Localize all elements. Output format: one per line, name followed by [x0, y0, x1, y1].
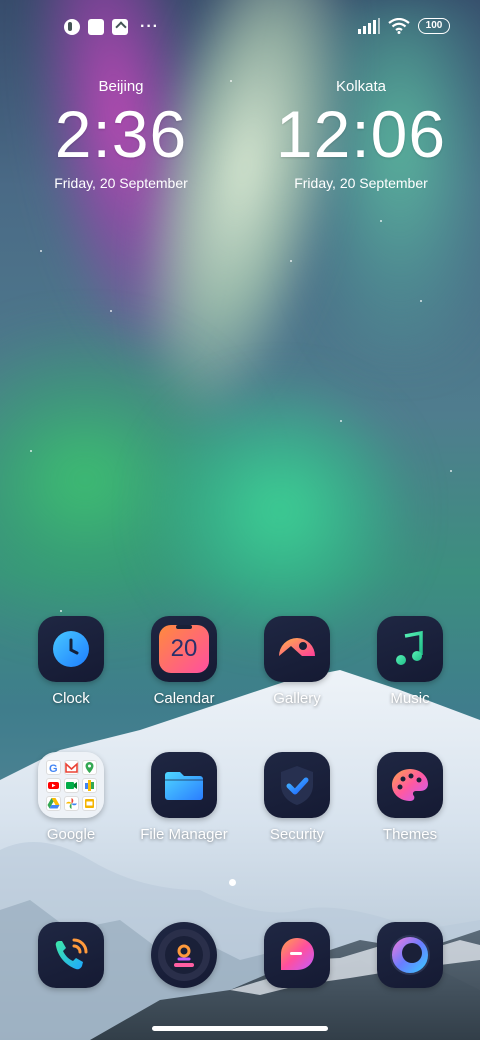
app-music[interactable]: Music	[354, 616, 466, 708]
app-label: File Manager	[140, 826, 228, 843]
phone-icon	[38, 922, 104, 988]
upload-icon	[112, 19, 128, 35]
app-label: Music	[390, 690, 430, 707]
dock-contacts[interactable]	[128, 922, 240, 988]
folder-icon	[151, 752, 217, 818]
photos-mini-icon	[64, 796, 79, 811]
clock-icon	[38, 616, 104, 682]
dock-phone[interactable]	[15, 922, 127, 988]
clock-city: Beijing	[98, 78, 144, 95]
clock-date: Friday, 20 September	[294, 175, 428, 191]
status-right: 100	[358, 18, 450, 34]
signal-icon	[358, 18, 380, 34]
music-icon	[377, 616, 443, 682]
app-label: Google	[46, 826, 96, 843]
slides-mini-icon	[82, 796, 97, 811]
palette-icon	[377, 752, 443, 818]
meet-mini-icon	[64, 778, 79, 793]
clock-widget-kolkata[interactable]: Kolkata 12:06 Friday, 20 September	[261, 78, 461, 192]
gallery-icon	[264, 616, 330, 682]
clock-widget-beijing[interactable]: Beijing 2:36 Friday, 20 September	[21, 78, 221, 192]
clock-city: Kolkata	[335, 78, 387, 95]
clock-date: Friday, 20 September	[54, 175, 188, 191]
shield-icon	[264, 752, 330, 818]
app-gallery[interactable]: Gallery	[241, 616, 353, 708]
contacts-icon	[151, 922, 217, 988]
home-gesture-bar[interactable]	[152, 1026, 328, 1031]
app-file-manager[interactable]: File Manager	[128, 752, 240, 844]
app-label: Gallery	[273, 690, 321, 707]
browser-icon	[377, 922, 443, 988]
status-left: ···	[64, 19, 159, 35]
app-clock[interactable]: Clock	[15, 616, 127, 708]
clock-time: 2:36	[54, 97, 188, 171]
app-label: Security	[269, 826, 325, 843]
app-google-folder[interactable]: G Google	[15, 752, 127, 844]
pay-mini-icon	[82, 778, 97, 793]
dock-messages[interactable]	[241, 922, 353, 988]
notification-icon	[64, 19, 80, 35]
google-folder-icon: G	[38, 752, 104, 818]
app-label: Clock	[52, 690, 90, 707]
clock-time: 12:06	[275, 97, 447, 171]
calendar-day: 20	[170, 635, 198, 662]
gmail-mini-icon	[64, 760, 79, 775]
app-themes[interactable]: Themes	[354, 752, 466, 844]
messages-icon	[264, 922, 330, 988]
screenshot-icon	[88, 19, 104, 35]
app-security[interactable]: Security	[241, 752, 353, 844]
dock-browser[interactable]	[354, 922, 466, 988]
calendar-icon: 20	[151, 616, 217, 682]
google-search-mini-icon: G	[46, 760, 61, 775]
battery-indicator: 100	[418, 18, 450, 34]
drive-mini-icon	[46, 796, 61, 811]
wifi-icon	[388, 18, 410, 34]
app-label: Themes	[382, 826, 438, 843]
youtube-mini-icon	[46, 778, 61, 793]
page-indicator	[229, 879, 236, 886]
more-notifications-indicator: ···	[140, 18, 159, 35]
status-bar: ··· 100	[0, 0, 480, 56]
app-label: Calendar	[153, 690, 215, 707]
maps-mini-icon	[82, 760, 97, 775]
app-calendar[interactable]: 20 Calendar	[128, 616, 240, 708]
svg-text:G: G	[49, 763, 58, 774]
